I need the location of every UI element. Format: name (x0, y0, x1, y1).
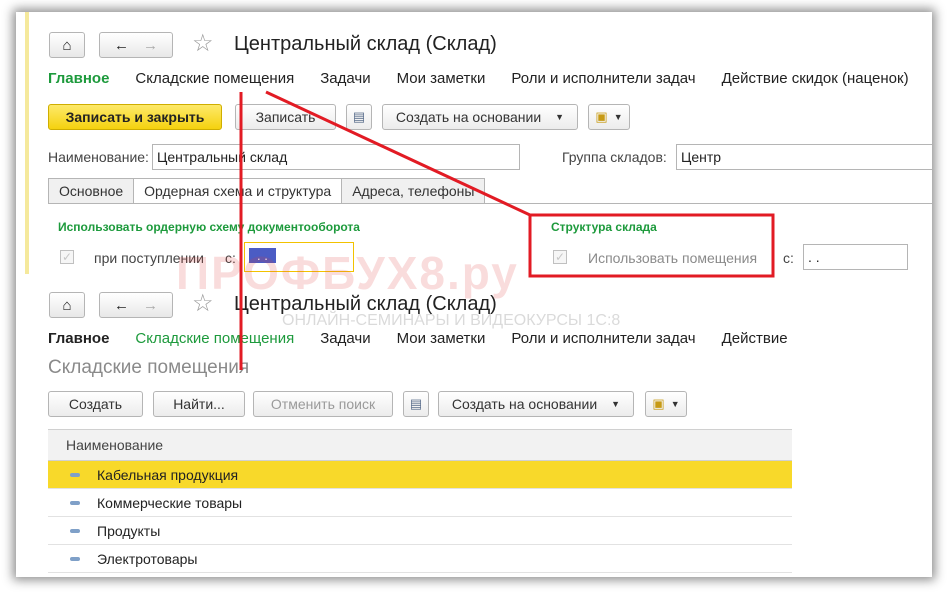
tab-main[interactable]: Основное (48, 178, 135, 204)
use-rooms-label: Использовать помещения (588, 250, 758, 266)
on-receipt-checkbox[interactable]: ✓ (60, 250, 74, 264)
home-button[interactable]: ⌂ (49, 32, 85, 58)
form-nav: Главное Складские помещения Задачи Мои з… (48, 330, 814, 347)
order-scheme-section-title: Использовать ордерную схему документообо… (58, 220, 360, 234)
table-row[interactable]: Кабельная продукция (48, 461, 792, 489)
group-label: Группа складов: (562, 149, 667, 165)
nav-storage-rooms[interactable]: Складские помещения (135, 70, 294, 87)
tab-order-scheme[interactable]: Ордерная схема и структура (133, 178, 343, 204)
watermark-subtitle: ОНЛАЙН-СЕМИНАРЫ И ВИДЕОКУРСЫ 1С:8 (282, 312, 621, 329)
forward-arrow-icon[interactable]: → (143, 297, 158, 314)
form-nav: Главное Складские помещения Задачи Мои з… (48, 70, 932, 87)
tab-divider (48, 203, 932, 204)
row-label: Кабельная продукция (97, 466, 239, 483)
table-row[interactable]: Коммерческие товары (48, 489, 792, 517)
page-title: Складские помещения (48, 357, 250, 378)
cancel-search-button[interactable]: Отменить поиск (253, 391, 393, 417)
nav-main[interactable]: Главное (48, 70, 109, 87)
item-marker-icon (70, 556, 80, 561)
nav-tasks[interactable]: Задачи (320, 70, 370, 87)
nav-main[interactable]: Главное (48, 330, 109, 347)
nav-tasks[interactable]: Задачи (320, 330, 370, 347)
print-dropdown[interactable]: ▣ ▼ (588, 104, 630, 130)
name-label: Наименование: (48, 149, 149, 165)
create-based-on-dropdown[interactable]: Создать на основании ▼ (382, 104, 578, 130)
watermark-logo: ПРОФБУХ8.ру (176, 247, 519, 299)
list-report-icon: ▤ (352, 109, 366, 124)
history-nav: ← → (99, 292, 173, 318)
screenshot-frame: ⌂ ← → ☆ Центральный склад (Склад) Главно… (16, 12, 932, 577)
rooms-date-field[interactable]: . . (803, 244, 908, 270)
back-arrow-icon[interactable]: ← (114, 297, 129, 314)
back-arrow-icon[interactable]: ← (114, 37, 129, 54)
group-field[interactable]: Центр (676, 144, 932, 170)
document-icon: ▣ (595, 109, 608, 124)
table-row[interactable]: Продукты (48, 517, 792, 545)
nav-roles[interactable]: Роли и исполнители задач (511, 70, 695, 87)
warehouse-structure-title: Структура склада (551, 220, 657, 234)
name-field[interactable]: Центральный склад (152, 144, 520, 170)
nav-storage-rooms[interactable]: Складские помещения (135, 330, 294, 347)
window-edge-accent (25, 12, 29, 274)
row-label: Электротовары (97, 550, 198, 567)
create-based-on-label: Создать на основании (395, 109, 542, 125)
nav-discounts[interactable]: Действие (722, 330, 788, 347)
chevron-down-icon: ▼ (670, 399, 680, 409)
row-label: Продукты (97, 522, 161, 539)
save-and-close-button[interactable]: Записать и закрыть (48, 104, 222, 130)
report-button[interactable]: ▤ (346, 104, 372, 130)
favorite-star-icon[interactable]: ☆ (192, 29, 214, 58)
list-report-icon: ▤ (409, 396, 423, 411)
report-button[interactable]: ▤ (403, 391, 429, 417)
find-button[interactable]: Найти... (153, 391, 245, 417)
warehouse-form-panel: ⌂ ← → ☆ Центральный склад (Склад) Главно… (16, 12, 932, 274)
nav-discounts[interactable]: Действие скидок (наценок) (722, 70, 909, 87)
nav-roles[interactable]: Роли и исполнители задач (511, 330, 695, 347)
nav-notes[interactable]: Мои заметки (397, 70, 486, 87)
from-label-2: с: (783, 250, 794, 266)
form-title: Центральный склад (Склад) (234, 33, 497, 55)
chevron-down-icon: ▼ (555, 112, 565, 122)
item-marker-icon (70, 500, 80, 505)
nav-notes[interactable]: Мои заметки (397, 330, 486, 347)
create-based-on-label: Создать на основании (451, 396, 598, 412)
item-marker-icon (70, 472, 80, 477)
home-icon: ⌂ (62, 36, 72, 54)
forward-arrow-icon[interactable]: → (143, 37, 158, 54)
document-icon: ▣ (652, 396, 665, 411)
use-rooms-checkbox[interactable]: ✓ (553, 250, 567, 264)
history-nav: ← → (99, 32, 173, 58)
save-button[interactable]: Записать (235, 104, 336, 130)
form-tabs: Основное Ордерная схема и структура Адре… (48, 178, 486, 204)
home-button[interactable]: ⌂ (49, 292, 85, 318)
home-icon: ⌂ (62, 296, 72, 314)
chevron-down-icon: ▼ (611, 399, 621, 409)
print-dropdown[interactable]: ▣ ▼ (645, 391, 687, 417)
create-button[interactable]: Создать (48, 391, 143, 417)
tab-addresses[interactable]: Адреса, телефоны (341, 178, 486, 204)
column-header-name[interactable]: Наименование (48, 429, 792, 461)
row-label: Коммерческие товары (97, 494, 243, 511)
create-based-on-dropdown[interactable]: Создать на основании ▼ (438, 391, 634, 417)
item-marker-icon (70, 528, 80, 533)
table-row[interactable]: Электротовары (48, 545, 792, 573)
chevron-down-icon: ▼ (613, 112, 623, 122)
